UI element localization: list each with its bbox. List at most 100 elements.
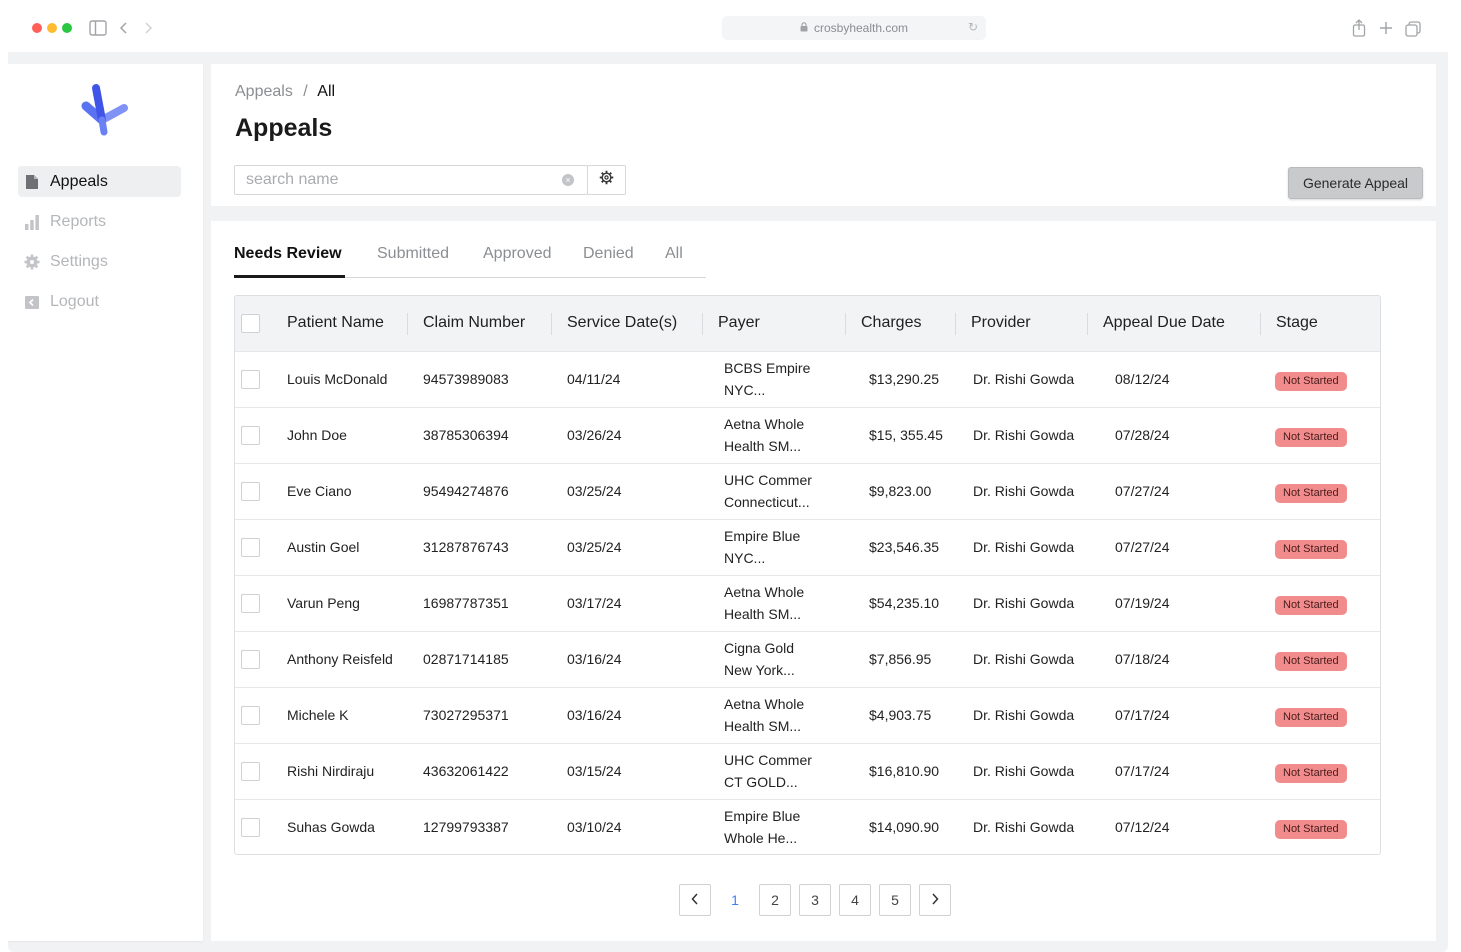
table-row[interactable]: Varun Peng 16987787351 03/17/24 Aetna Whole… xyxy=(235,575,1380,631)
sidebar-item-label: Settings xyxy=(50,252,108,270)
status-tabs: Needs Review Submitted Approved Denied A… xyxy=(234,237,706,278)
status-badge: Not Started xyxy=(1275,763,1347,783)
table-row[interactable]: Suhas Gowda 12799793387 03/10/24 Empire Blu… xyxy=(235,799,1380,854)
column-header[interactable]: Claim Number xyxy=(423,314,525,331)
tab-all[interactable]: All xyxy=(665,245,683,263)
row-checkbox[interactable] xyxy=(241,369,260,389)
table-row[interactable]: Eve Ciano 95494274876 03/25/24 UHC Commer C… xyxy=(235,463,1380,519)
table-row[interactable]: Louis McDonald 94573989083 04/11/24 BCBS Em… xyxy=(235,351,1380,407)
search-box: × xyxy=(234,165,588,195)
status-badge: Not Started xyxy=(1275,819,1347,839)
tab-denied[interactable]: Denied xyxy=(583,245,634,263)
row-checkbox[interactable] xyxy=(241,481,260,501)
page-button-5[interactable]: 5 xyxy=(879,884,911,916)
new-tab-icon[interactable] xyxy=(1379,21,1393,39)
claim-number-cell: 95494274876 xyxy=(423,483,509,499)
status-badge: Not Started xyxy=(1275,651,1347,671)
column-header[interactable]: Charges xyxy=(861,314,921,331)
column-header[interactable]: Appeal Due Date xyxy=(1103,314,1225,331)
service-date-cell: 03/15/24 xyxy=(567,763,622,779)
status-badge: Not Started xyxy=(1275,595,1347,615)
column-header[interactable]: Stage xyxy=(1276,314,1318,331)
breadcrumb-parent-link[interactable]: Appeals xyxy=(235,83,293,100)
row-checkbox[interactable] xyxy=(241,761,260,781)
sidebar-item-label: Appeals xyxy=(50,172,108,190)
provider-cell: Dr. Rishi Gowda xyxy=(973,651,1075,667)
due-date-cell: 08/12/24 xyxy=(1115,371,1170,387)
page-button-1[interactable]: 1 xyxy=(719,884,751,916)
minimize-window-button[interactable] xyxy=(47,23,57,33)
table-row[interactable]: Rishi Nirdiraju 43632061422 03/15/24 UHC Co… xyxy=(235,743,1380,799)
due-date-cell: 07/27/24 xyxy=(1115,539,1170,555)
row-checkbox[interactable] xyxy=(241,705,260,725)
charges-cell: $15, 355.45 xyxy=(869,427,943,443)
provider-cell: Dr. Rishi Gowda xyxy=(973,763,1075,779)
row-checkbox[interactable] xyxy=(241,649,260,669)
patient-name-cell: Eve Ciano xyxy=(287,483,352,499)
reload-icon[interactable]: ↻ xyxy=(968,20,978,34)
next-page-button[interactable] xyxy=(919,884,951,916)
generate-appeal-button[interactable]: Generate Appeal xyxy=(1288,167,1423,199)
sidebar-toggle-icon[interactable] xyxy=(89,20,107,40)
close-window-button[interactable] xyxy=(32,23,42,33)
claim-number-cell: 16987787351 xyxy=(423,595,509,611)
column-header[interactable]: Patient Name xyxy=(287,314,384,331)
status-badge: Not Started xyxy=(1275,371,1347,391)
share-icon[interactable] xyxy=(1352,19,1366,41)
search-input[interactable] xyxy=(246,166,556,194)
page-button-2[interactable]: 2 xyxy=(759,884,791,916)
charges-cell: $14,090.90 xyxy=(869,819,940,836)
page-button-4[interactable]: 4 xyxy=(839,884,871,916)
payer-cell: Aetna Whole Health SM... xyxy=(724,696,805,734)
column-header[interactable]: Provider xyxy=(971,314,1031,331)
due-date-cell: 07/17/24 xyxy=(1115,763,1170,779)
prev-page-button[interactable] xyxy=(679,884,711,916)
table-row[interactable]: Anthony Reisfeld 02871714185 03/16/24 Cigna… xyxy=(235,631,1380,687)
status-badge: Not Started xyxy=(1275,539,1347,559)
status-badge: Not Started xyxy=(1275,707,1347,727)
tab-submitted[interactable]: Submitted xyxy=(377,245,449,263)
back-icon[interactable] xyxy=(119,20,129,40)
sidebar-item-appeals[interactable]: Appeals xyxy=(18,166,181,197)
charges-cell: $16,810.90 xyxy=(869,763,940,779)
column-header[interactable]: Service Date(s) xyxy=(567,314,677,331)
row-checkbox[interactable] xyxy=(241,593,260,613)
sidebar-item-settings[interactable]: Settings xyxy=(18,246,181,277)
search-settings-button[interactable] xyxy=(587,165,626,195)
column-header[interactable]: Payer xyxy=(718,314,760,331)
table-row[interactable]: Austin Goel 31287876743 03/25/24 Empire Blu… xyxy=(235,519,1380,575)
chevron-left-icon xyxy=(691,892,699,908)
claim-number-cell: 43632061422 xyxy=(423,763,509,779)
select-all-checkbox[interactable] xyxy=(241,313,260,333)
address-bar[interactable]: crosbyhealth.com ↻ xyxy=(722,16,986,40)
table-row[interactable]: John Doe 38785306394 03/26/24 Aetna Whole H… xyxy=(235,407,1380,463)
charges-cell: $7,856.95 xyxy=(869,651,932,667)
tabs-overview-icon[interactable] xyxy=(1405,21,1421,41)
sidebar-item-reports[interactable]: Reports xyxy=(18,206,181,237)
maximize-window-button[interactable] xyxy=(62,23,72,33)
page-title: Appeals xyxy=(235,114,333,142)
patient-name-cell: Rishi Nirdiraju xyxy=(287,763,375,779)
row-checkbox[interactable] xyxy=(241,817,260,837)
payer-cell: Aetna Whole Health SM... xyxy=(724,584,805,622)
clear-search-icon[interactable]: × xyxy=(562,174,574,186)
row-checkbox[interactable] xyxy=(241,425,260,445)
page-button-3[interactable]: 3 xyxy=(799,884,831,916)
tab-approved[interactable]: Approved xyxy=(483,245,552,263)
service-date-cell: 04/11/24 xyxy=(567,371,621,387)
table-row[interactable]: Michele K 73027295371 03/16/24 Aetna Whole … xyxy=(235,687,1380,743)
table-header-row: Patient Name Claim Number Service Date(s… xyxy=(235,296,1380,351)
claim-number-cell: 73027295371 xyxy=(423,707,509,723)
charges-cell: $23,546.35 xyxy=(869,539,940,555)
sidebar-item-logout[interactable]: Logout xyxy=(18,286,181,317)
sidebar: Appeals Reports Settings Logout xyxy=(8,64,203,941)
forward-icon[interactable] xyxy=(143,20,153,40)
row-checkbox[interactable] xyxy=(241,537,260,557)
service-date-cell: 03/16/24 xyxy=(567,651,622,667)
appeals-table: Patient Name Claim Number Service Date(s… xyxy=(234,295,1381,855)
column-divider xyxy=(407,313,408,335)
column-divider xyxy=(955,313,956,335)
claim-number-cell: 31287876743 xyxy=(423,539,509,555)
payer-cell: UHC Commer CT GOLD... xyxy=(724,752,812,790)
tab-needs-review[interactable]: Needs Review xyxy=(234,245,342,263)
